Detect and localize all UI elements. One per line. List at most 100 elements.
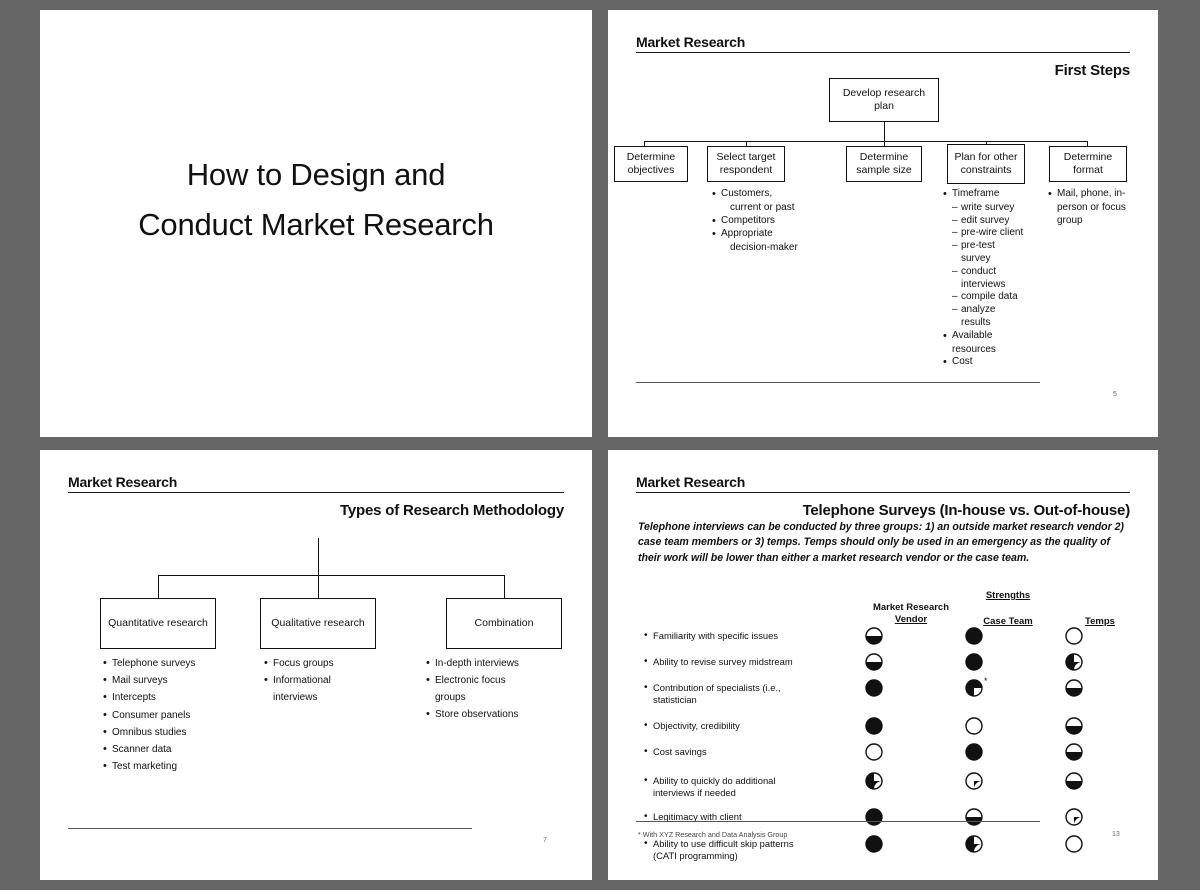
bullet-select-target-item-0: Customers,	[712, 187, 804, 201]
bullet-quantitative-item-3: Consumer panels	[103, 707, 243, 725]
harvey-ball[interactable]	[1065, 653, 1083, 671]
slide3-footer-rule	[68, 828, 472, 829]
connector-drop-2	[318, 575, 320, 599]
bullets-combination: In-depth interviewsElectronic focus group…	[426, 655, 556, 724]
column-header-market-research-vendor: Market Research Vendor	[846, 602, 976, 626]
bullet-quantitative-item-6: Test marketing	[103, 758, 243, 776]
slide4-subtitle: Telephone Surveys (In-house vs. Out-of-h…	[802, 502, 1131, 519]
connector-bus	[158, 575, 505, 577]
slide2-footer-rule	[636, 382, 1040, 383]
strengths-group-header: Strengths	[985, 590, 1031, 601]
harvey-ball[interactable]	[1065, 835, 1083, 853]
slide4-intro-paragraph: Telephone interviews can be conducted by…	[638, 521, 1124, 564]
bullet-plan-other-item-10: results	[961, 316, 991, 328]
presentation-title-line-2: Conduct Market Research	[138, 207, 494, 243]
harvey-ball[interactable]	[865, 772, 883, 790]
bullets-quantitative: Telephone surveysMail surveysInterceptsC…	[103, 655, 243, 776]
matrix-row-label-line2: statistician	[653, 694, 697, 706]
matrix-row-label-line1: Objectivity, credibility	[653, 720, 740, 731]
bullet-quantitative-item-5: Scanner data	[103, 741, 243, 759]
harvey-ball[interactable]	[865, 627, 883, 645]
bullet-select-target-item-3: Appropriate	[712, 227, 804, 241]
bullet-plan-other-item-1: write survey	[952, 202, 1025, 215]
bullets-determine-format: Mail, phone, in-person or focusgroup	[1048, 187, 1140, 227]
slide2-header: Market Research	[636, 34, 1130, 53]
connector-bus	[644, 141, 1088, 143]
harvey-ball[interactable]	[965, 808, 983, 826]
matrix-row-label: Contribution of specialists (i.e.,statis…	[644, 681, 863, 706]
slide4-footnote: * With XYZ Research and Data Analysis Gr…	[638, 830, 788, 839]
bullet-select-target-item-2: Competitors	[712, 214, 804, 228]
title-block: How to Design and Conduct Market Researc…	[40, 150, 592, 250]
harvey-ball[interactable]	[865, 743, 883, 761]
slide-title[interactable]: How to Design and Conduct Market Researc…	[40, 10, 592, 437]
matrix-row-label-line2: (CATI programming)	[653, 850, 738, 862]
node-select-target-respondent[interactable]: Select target respondent	[707, 146, 785, 182]
bullet-plan-other-item-5: survey	[961, 252, 991, 264]
node-plan-for-other-constraints[interactable]: Plan for other constraints	[947, 144, 1025, 184]
bullet-plan-other-item-3: pre-wire client	[952, 227, 1025, 240]
matrix-row-label: Familiarity with specific issues	[644, 629, 863, 642]
harvey-ball[interactable]	[1065, 808, 1083, 826]
harvey-ball[interactable]	[865, 653, 883, 671]
harvey-ball[interactable]	[965, 772, 983, 790]
node-quantitative-research[interactable]: Quantitative research	[100, 598, 216, 649]
bullet-plan-other-item-13: Cost	[943, 355, 1025, 369]
node-combination[interactable]: Combination	[446, 598, 562, 649]
slide2-header-rule	[636, 52, 1130, 53]
node-determine-sample-size[interactable]: Determine sample size	[846, 146, 922, 182]
harvey-ball[interactable]	[865, 835, 883, 853]
column-header-line2: Vendor	[894, 613, 928, 625]
bullet-qualitative-item-1: Informational	[264, 672, 384, 690]
slide2-page-number: 5	[1113, 391, 1117, 398]
harvey-ball[interactable]	[865, 717, 883, 735]
bullet-quantitative-item-2: Intercepts	[103, 689, 243, 707]
bullet-plan-other-item-4: pre-test	[952, 240, 1025, 253]
matrix-row-label: Ability to use difficult skip patterns(C…	[644, 837, 863, 862]
slide4-header: Market Research	[636, 474, 1130, 493]
slide-deck: How to Design and Conduct Market Researc…	[0, 0, 1200, 890]
bullet-combination-item-0: In-depth interviews	[426, 655, 556, 673]
connector-drop-3	[504, 575, 506, 599]
node-determine-format[interactable]: Determine format	[1049, 146, 1127, 182]
harvey-ball[interactable]	[965, 717, 983, 735]
bullets-qualitative: Focus groupsInformational interviews	[264, 655, 384, 707]
harvey-ball[interactable]	[965, 627, 983, 645]
matrix-row-label: Ability to revise survey midstream	[644, 655, 863, 668]
node-determine-objectives[interactable]: Determine objectives	[614, 146, 688, 182]
harvey-ball[interactable]	[865, 808, 883, 826]
slide4-footer-rule	[636, 821, 1040, 822]
slide-first-steps[interactable]: Market Research First Steps Develop rese…	[608, 10, 1158, 437]
column-header-line1: Market Research	[872, 602, 950, 613]
harvey-ball[interactable]	[965, 679, 983, 697]
presentation-title-line-1: How to Design and	[186, 157, 446, 192]
matrix-row-label: Cost savings	[644, 745, 863, 758]
connector-drop-1	[158, 575, 160, 599]
bullet-qualitative-item-2: interviews	[273, 692, 318, 704]
harvey-ball[interactable]	[965, 743, 983, 761]
slide3-header: Market Research	[68, 474, 564, 493]
bullet-plan-other-item-0: Timeframe	[943, 187, 1025, 201]
harvey-ball[interactable]	[1065, 772, 1083, 790]
harvey-ball[interactable]	[1065, 679, 1083, 697]
slide3-header-title: Market Research	[68, 474, 178, 490]
harvey-ball[interactable]	[965, 653, 983, 671]
node-develop-research-plan[interactable]: Develop research plan	[829, 78, 939, 122]
bullet-combination-item-3: Store observations	[426, 706, 556, 724]
bullets-plan-for-other-constraints: Timeframewrite surveyedit surveypre-wire…	[943, 187, 1025, 370]
harvey-ball[interactable]	[1065, 717, 1083, 735]
matrix-row-label-line1: Ability to revise survey midstream	[653, 656, 793, 667]
harvey-ball[interactable]	[1065, 627, 1083, 645]
harvey-ball[interactable]	[1065, 743, 1083, 761]
slide-research-methodology[interactable]: Market Research Types of Research Method…	[40, 450, 592, 880]
matrix-row-label-line1: Contribution of specialists (i.e.,	[653, 682, 781, 693]
harvey-ball[interactable]	[865, 679, 883, 697]
bullet-quantitative-item-4: Omnibus studies	[103, 724, 243, 742]
harvey-ball[interactable]	[965, 835, 983, 853]
slide4-page-number: 13	[1112, 831, 1120, 838]
slide4-header-rule	[636, 492, 1130, 493]
slide-telephone-surveys[interactable]: Market Research Telephone Surveys (In-ho…	[608, 450, 1158, 880]
node-qualitative-research[interactable]: Qualitative research	[260, 598, 376, 649]
matrix-row-label: Objectivity, credibility	[644, 719, 863, 732]
bullet-plan-other-item-7: interviews	[961, 278, 1006, 290]
